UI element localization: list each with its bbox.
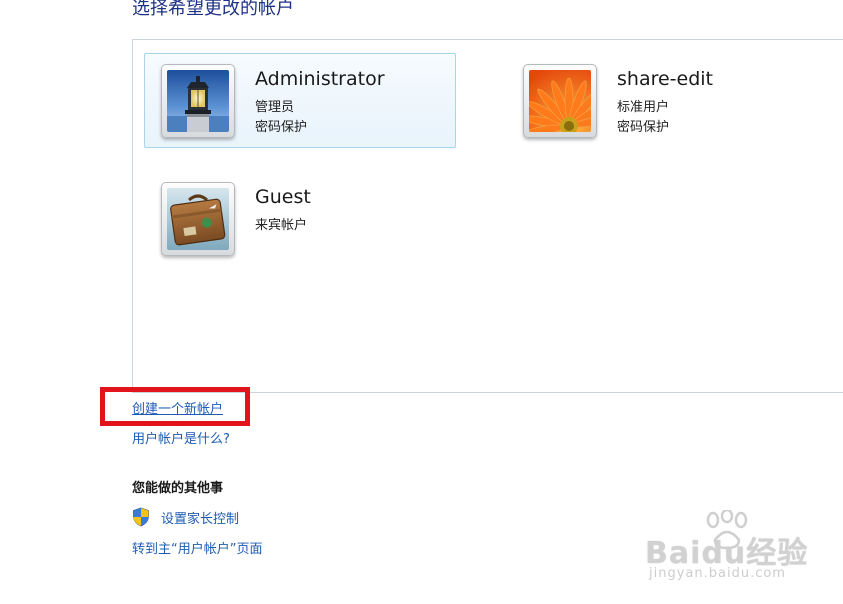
avatar [161,182,235,256]
account-name: Administrator [255,68,385,90]
lighthouse-icon [167,70,229,132]
watermark-url: jingyan.baidu.com [649,566,786,581]
account-tile-administrator[interactable]: Administrator 管理员 密码保护 [144,53,456,148]
account-protection: 密码保护 [617,120,670,135]
suitcase-icon [167,188,229,250]
account-tile-guest[interactable]: Guest 来宾帐户 [144,171,456,266]
account-type: 标准用户 [617,100,670,115]
what-is-account-link[interactable]: 用户帐户是什么? [132,428,230,447]
parental-controls-task[interactable]: 设置家长控制 [132,507,239,527]
avatar [523,64,597,138]
account-type: 管理员 [255,100,295,115]
create-account-link[interactable]: 创建一个新帐户 [132,398,223,417]
accounts-panel: Administrator 管理员 密码保护 share-edit 标准用户 密… [132,39,843,393]
other-tasks-heading: 您能做的其他事 [132,481,224,496]
avatar [161,64,235,138]
account-protection: 密码保护 [255,120,308,135]
baidu-watermark: Baidu经验 jingyan.baidu.com [645,510,815,592]
account-name: share-edit [617,68,714,90]
account-name: Guest [255,186,311,208]
page-title: 选择希望更改的帐户 [132,0,294,19]
flower-icon [529,70,591,132]
go-to-main-accounts-link[interactable]: 转到主“用户帐户”页面 [132,538,262,557]
manage-accounts-page: 选择希望更改的帐户 Administrator 管理员 密码保护 share-e… [0,0,843,604]
parental-controls-link[interactable]: 设置家长控制 [161,508,239,527]
shield-icon [133,507,149,527]
account-tile-share-edit[interactable]: share-edit 标准用户 密码保护 [506,53,818,148]
account-type: 来宾帐户 [255,218,308,233]
